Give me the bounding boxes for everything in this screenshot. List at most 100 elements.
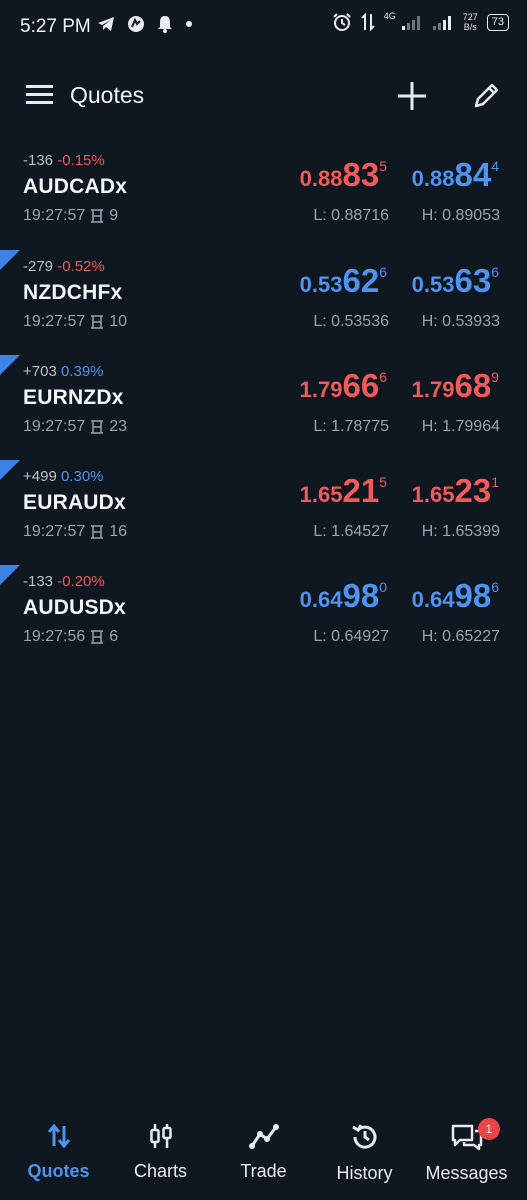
spread-icon: [91, 315, 104, 329]
net-speed-value: 727: [462, 12, 478, 22]
ask-price: 0.53636: [412, 262, 499, 302]
quote-row-nzdchfx[interactable]: -279 -0.52% NZDCHFx 19:27:57 10 0.53626 0…: [0, 250, 527, 361]
ask-big: 68: [454, 367, 492, 404]
trade-line-icon: [248, 1124, 279, 1149]
network-type: 4G: [383, 11, 396, 21]
bid-big: 21: [342, 472, 380, 509]
ask-prefix: 0.88: [411, 166, 455, 191]
dot-icon: [186, 21, 192, 27]
bid-price: 1.79666: [300, 367, 387, 407]
messages-badge: 1: [478, 1118, 500, 1140]
ask-big: 84: [454, 156, 492, 193]
status-notification-icons: [96, 14, 194, 34]
history-clock-icon: [351, 1124, 376, 1149]
bid-prefix: 1.79: [299, 377, 343, 402]
change-percent: -0.52%: [57, 258, 105, 275]
quote-meta: 19:27:57 10: [23, 313, 127, 331]
telegram-icon: [98, 17, 114, 31]
quote-time: 19:27:57: [23, 523, 86, 540]
quote-low: L: 1.78775: [313, 418, 389, 435]
nav-label: History: [336, 1163, 393, 1183]
edit-icon[interactable]: [472, 80, 502, 110]
quote-spread: 10: [109, 313, 128, 330]
ask-prefix: 1.65: [411, 482, 455, 507]
bid-sup: 5: [379, 474, 387, 490]
quote-symbol: AUDUSDx: [23, 596, 126, 619]
ask-prefix: 0.64: [411, 587, 455, 612]
nav-label: Trade: [240, 1161, 287, 1181]
selection-marker: [0, 460, 20, 480]
quote-row-euraudx[interactable]: +499 0.30% EURAUDx 19:27:57 16 1.65215 1.…: [0, 460, 527, 571]
bid-sup: 6: [379, 264, 387, 280]
quote-high: H: 0.89053: [421, 207, 500, 224]
change-points: -136: [23, 152, 54, 169]
add-icon[interactable]: [396, 80, 428, 112]
quote-low: L: 0.88716: [313, 207, 389, 224]
candlestick-icon: [149, 1124, 172, 1148]
ask-sup: 4: [491, 158, 499, 174]
bid-price: 0.64980: [300, 577, 387, 617]
quote-change: -136 -0.15%: [23, 152, 105, 169]
ask-prefix: 1.79: [411, 377, 455, 402]
bid-prefix: 1.65: [299, 482, 343, 507]
quote-spread: 6: [109, 628, 119, 645]
quote-spread: 16: [109, 523, 128, 540]
change-points: -279: [23, 258, 54, 275]
quote-row-audusdx[interactable]: -133 -0.20% AUDUSDx 19:27:56 6 0.64980 0.…: [0, 565, 527, 676]
signal-icon: [401, 16, 420, 30]
quote-change: -133 -0.20%: [23, 573, 105, 590]
bid-price: 0.88835: [300, 156, 387, 196]
quote-change: +499 0.30%: [23, 468, 104, 485]
ask-big: 63: [454, 262, 492, 299]
alarm-icon: [332, 13, 351, 31]
bid-big: 62: [342, 262, 380, 299]
ask-sup: 1: [491, 474, 499, 490]
quote-symbol: AUDCADx: [23, 175, 128, 198]
quote-low: L: 0.53536: [313, 313, 389, 330]
bid-prefix: 0.64: [299, 587, 343, 612]
quote-symbol: EURAUDx: [23, 491, 126, 514]
status-time: 5:27 PM: [20, 16, 91, 37]
net-speed: 727 B/s: [463, 12, 478, 32]
nav-messages[interactable]: 1 Messages: [414, 1118, 519, 1184]
change-points: +499: [23, 468, 57, 485]
selection-marker: [0, 250, 20, 270]
quote-change: +703 0.39%: [23, 363, 104, 380]
ask-sup: 6: [491, 579, 499, 595]
change-points: -133: [23, 573, 54, 590]
nav-trade[interactable]: Trade: [211, 1122, 316, 1182]
quote-high: H: 1.65399: [421, 523, 500, 540]
bid-sup: 6: [379, 369, 387, 385]
ask-price: 0.88844: [412, 156, 499, 196]
nav-label: Messages: [425, 1163, 508, 1183]
status-right-icons: 4G 727 B/s 73: [332, 11, 509, 32]
bid-price: 1.65215: [300, 472, 387, 512]
bid-prefix: 0.53: [299, 272, 343, 297]
nav-history[interactable]: History: [312, 1122, 417, 1184]
quote-low: L: 1.64527: [313, 523, 389, 540]
nav-quotes[interactable]: Quotes: [6, 1122, 111, 1182]
bid-sup: 0: [379, 579, 387, 595]
quote-row-audcadx[interactable]: -136 -0.15% AUDCADx 19:27:57 9 0.88835 0.…: [0, 150, 527, 255]
quotes-arrows-icon: [47, 1123, 70, 1149]
bid-sup: 5: [379, 158, 387, 174]
spread-icon: [91, 420, 104, 434]
ask-sup: 9: [491, 369, 499, 385]
page-title: Quotes: [70, 82, 145, 108]
quote-time: 19:27:57: [23, 418, 86, 435]
ask-big: 98: [454, 577, 492, 614]
battery-indicator: 73: [486, 13, 509, 31]
bid-price: 0.53626: [300, 262, 387, 302]
ask-prefix: 0.53: [411, 272, 455, 297]
nav-charts[interactable]: Charts: [108, 1122, 213, 1182]
quote-meta: 19:27:57 9: [23, 207, 118, 225]
quote-row-eurnzdx[interactable]: +703 0.39% EURNZDx 19:27:57 23 1.79666 1.…: [0, 355, 527, 466]
quote-high: H: 1.79964: [421, 418, 500, 435]
app-logo-icon: [128, 16, 144, 32]
ask-price: 1.79689: [412, 367, 499, 407]
nav-label: Quotes: [27, 1161, 90, 1181]
bottom-nav: Quotes Charts Trade History 1 Messages: [0, 1118, 527, 1200]
selection-marker: [0, 355, 20, 375]
change-percent: 0.30%: [60, 468, 104, 485]
menu-icon[interactable]: [26, 82, 54, 108]
